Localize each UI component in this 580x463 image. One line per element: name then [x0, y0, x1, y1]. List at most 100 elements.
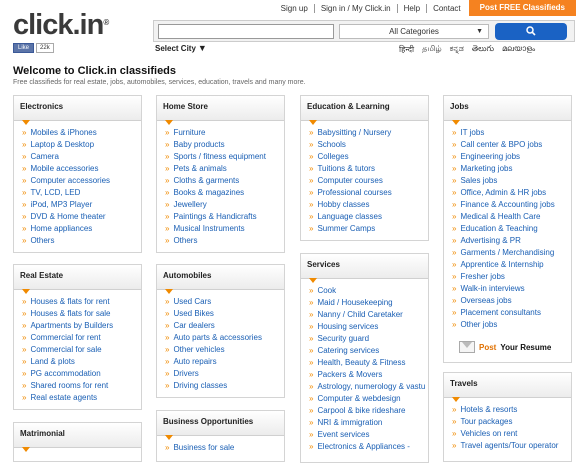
category-link[interactable]: Furniture [165, 127, 284, 139]
category-link[interactable]: Education & Teaching [452, 223, 571, 235]
category-link[interactable]: NRI & immigration [309, 417, 428, 429]
category-link[interactable]: Drivers [165, 368, 284, 380]
category-link[interactable]: Fresher jobs [452, 271, 571, 283]
category-link[interactable]: Computer courses [309, 175, 428, 187]
category-link[interactable]: Travel agents/Tour operator [452, 440, 571, 452]
category-link[interactable]: Cloths & garments [165, 175, 284, 187]
box-title[interactable]: Jobs [444, 96, 571, 125]
signup-link[interactable]: Sign up [275, 3, 315, 13]
category-link[interactable]: Car dealers [165, 320, 284, 332]
category-link[interactable]: Hobby classes [309, 199, 428, 211]
category-link[interactable]: Tour packages [452, 416, 571, 428]
category-link[interactable]: Apartments by Builders [22, 320, 141, 332]
category-link[interactable]: DVD & Home theater [22, 211, 141, 223]
category-select[interactable]: All Categories ▼ [339, 24, 489, 39]
box-title[interactable]: Matrimonial [14, 423, 141, 452]
category-link[interactable]: Catering services [309, 345, 428, 357]
box-title[interactable]: Electronics [14, 96, 141, 125]
category-link[interactable]: Driving classes [165, 380, 284, 392]
category-link[interactable]: Laptop & Desktop [22, 139, 141, 151]
search-button[interactable] [495, 23, 567, 40]
signin-link[interactable]: Sign in / My Click.in [315, 3, 398, 13]
category-link[interactable]: Maid / Housekeeping [309, 297, 428, 309]
site-logo[interactable]: click.in® [13, 11, 109, 40]
category-link[interactable]: Babysitting / Nursery [309, 127, 428, 139]
category-link[interactable]: Engineering jobs [452, 151, 571, 163]
category-link[interactable]: Others [22, 235, 141, 247]
category-link[interactable]: Other vehicles [165, 344, 284, 356]
category-link[interactable]: Carpool & bike rideshare [309, 405, 428, 417]
category-link[interactable]: Cook [309, 285, 428, 297]
category-link[interactable]: Computer & webdesign [309, 393, 428, 405]
box-title[interactable]: Real Estate [14, 265, 141, 294]
post-free-classifieds-button[interactable]: Post FREE Classifieds [468, 0, 576, 16]
category-link[interactable]: Nanny / Child Caretaker [309, 309, 428, 321]
like-button[interactable]: Like [13, 43, 35, 53]
help-link[interactable]: Help [398, 3, 428, 13]
category-link[interactable]: Musical Instruments [165, 223, 284, 235]
category-link[interactable]: Tuitions & tutors [309, 163, 428, 175]
category-link[interactable]: Apprentice & Internship [452, 259, 571, 271]
category-link[interactable]: Business for sale [165, 442, 284, 454]
category-link[interactable]: Event services [309, 429, 428, 441]
category-link[interactable]: IT jobs [452, 127, 571, 139]
contact-link[interactable]: Contact [427, 4, 467, 13]
category-link[interactable]: Houses & flats for sale [22, 308, 141, 320]
category-link[interactable]: Medical & Health Care [452, 211, 571, 223]
box-title[interactable]: Business Opportunities [157, 411, 284, 440]
box-title[interactable]: Travels [444, 373, 571, 402]
category-link[interactable]: Jewellery [165, 199, 284, 211]
category-link[interactable]: TV, LCD, LED [22, 187, 141, 199]
box-title[interactable]: Education & Learning [301, 96, 428, 125]
box-title[interactable]: Automobiles [157, 265, 284, 294]
category-link[interactable]: Packers & Movers [309, 369, 428, 381]
category-link[interactable]: Camera [22, 151, 141, 163]
lang-kannada[interactable]: ಕನ್ನಡ [450, 44, 464, 55]
category-link[interactable]: Placement consultants [452, 307, 571, 319]
category-link[interactable]: Electronics & Appliances - [309, 441, 428, 453]
category-link[interactable]: Office, Admin & HR jobs [452, 187, 571, 199]
category-link[interactable]: Schools [309, 139, 428, 151]
category-link[interactable]: Commercial for sale [22, 344, 141, 356]
lang-tamil[interactable]: தமிழ் [422, 44, 442, 55]
category-link[interactable]: Overseas jobs [452, 295, 571, 307]
lang-hindi[interactable]: हिन्दी [399, 44, 414, 55]
category-link[interactable]: Used Bikes [165, 308, 284, 320]
category-link[interactable]: Walk-in interviews [452, 283, 571, 295]
category-link[interactable]: Hotels & resorts [452, 404, 571, 416]
category-link[interactable]: Auto parts & accessories [165, 332, 284, 344]
category-link[interactable]: Garments / Merchandising [452, 247, 571, 259]
category-link[interactable]: Commercial for rent [22, 332, 141, 344]
category-link[interactable]: Health, Beauty & Fitness [309, 357, 428, 369]
category-link[interactable]: Shared rooms for rent [22, 380, 141, 392]
category-link[interactable]: Others [165, 235, 284, 247]
post-resume-link[interactable]: Post Your Resume [459, 341, 551, 353]
category-link[interactable]: Language classes [309, 211, 428, 223]
city-selector[interactable]: Select City ▼ [155, 43, 207, 53]
category-link[interactable]: Land & plots [22, 356, 141, 368]
search-input[interactable] [158, 24, 334, 39]
category-link[interactable]: Professional courses [309, 187, 428, 199]
box-title[interactable]: Home Store [157, 96, 284, 125]
category-link[interactable]: Home appliances [22, 223, 141, 235]
category-link[interactable]: Books & magazines [165, 187, 284, 199]
lang-malayalam[interactable]: മലയാളം [502, 44, 535, 55]
category-link[interactable]: Mobile accessories [22, 163, 141, 175]
category-link[interactable]: Other jobs [452, 319, 571, 331]
category-link[interactable]: Sports / fitness equipment [165, 151, 284, 163]
category-link[interactable]: Paintings & Handicrafts [165, 211, 284, 223]
category-link[interactable]: Finance & Accounting jobs [452, 199, 571, 211]
category-link[interactable]: Pets & animals [165, 163, 284, 175]
category-link[interactable]: Houses & flats for rent [22, 296, 141, 308]
category-link[interactable]: Baby products [165, 139, 284, 151]
category-link[interactable]: Summer Camps [309, 223, 428, 235]
category-link[interactable]: Call center & BPO jobs [452, 139, 571, 151]
category-link[interactable]: Advertising & PR [452, 235, 571, 247]
category-link[interactable]: Marketing jobs [452, 163, 571, 175]
category-link[interactable]: Colleges [309, 151, 428, 163]
lang-telugu[interactable]: తెలుగు [472, 44, 494, 55]
box-title[interactable]: Services [301, 254, 428, 283]
category-link[interactable]: Computer accessories [22, 175, 141, 187]
category-link[interactable]: Sales jobs [452, 175, 571, 187]
category-link[interactable]: iPod, MP3 Player [22, 199, 141, 211]
